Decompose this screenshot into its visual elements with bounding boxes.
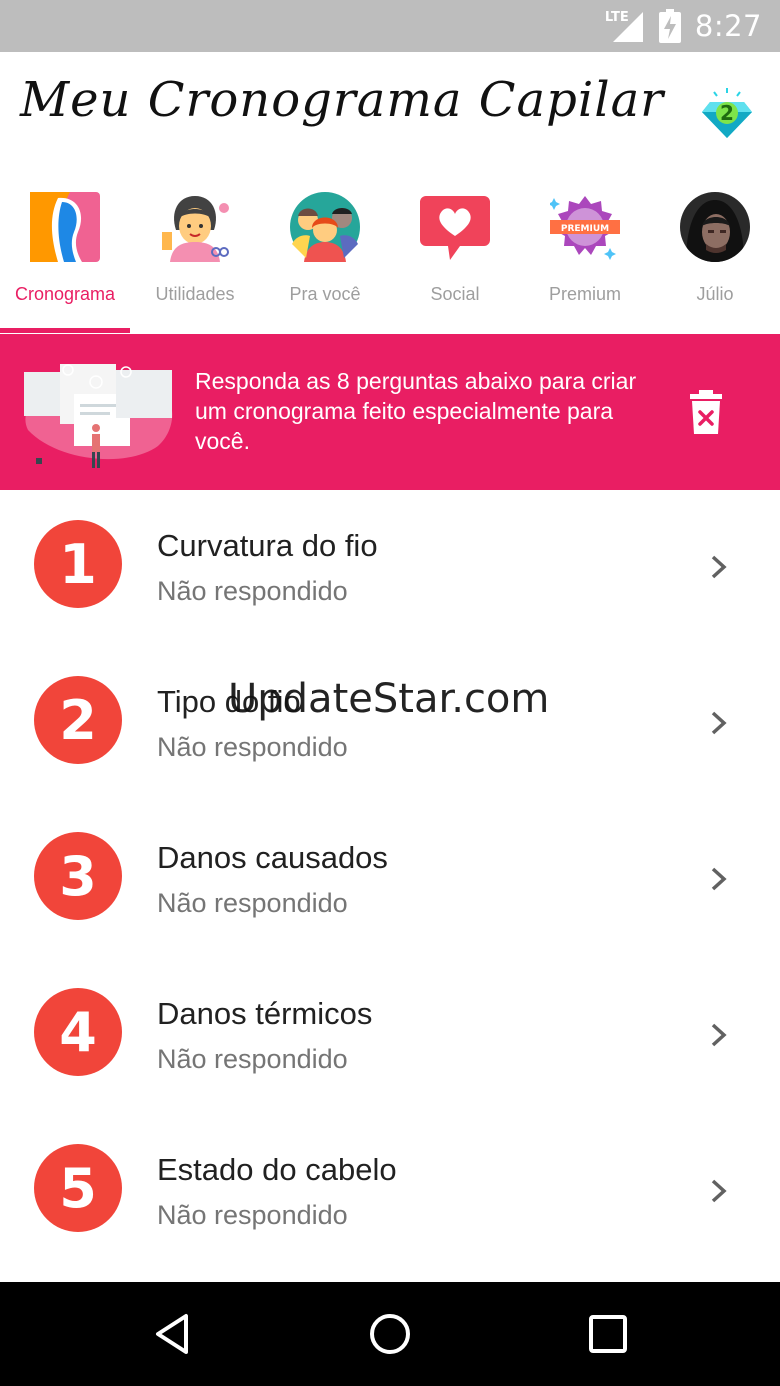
chevron-right-icon	[711, 1179, 727, 1203]
status-icons: LTE 8:27	[605, 0, 762, 52]
questions-list: 1 Curvatura do fio Não respondido 2 Tipo…	[0, 490, 780, 1270]
questionnaire-illustration	[24, 364, 173, 468]
hair-profile-icon	[30, 192, 100, 262]
chevron-right-icon	[711, 1023, 727, 1047]
chevron-right-icon	[711, 555, 727, 579]
question-item-5[interactable]: 5 Estado do cabelo Não respondido	[0, 1114, 780, 1270]
question-item-1[interactable]: 1 Curvatura do fio Não respondido	[0, 490, 780, 646]
people-group-icon	[290, 192, 360, 262]
question-item-3[interactable]: 3 Danos causados Não respondido	[0, 802, 780, 958]
premium-badge-icon: PREMIUM	[550, 196, 620, 260]
system-nav-bar	[0, 1282, 780, 1386]
question-number-badge: 2	[34, 676, 122, 764]
tab-profile[interactable]: Júlio	[650, 184, 780, 334]
user-avatar	[680, 192, 750, 262]
diamond-gem-button[interactable]: 2	[700, 88, 754, 142]
trash-icon	[690, 390, 722, 434]
question-number-badge: 5	[34, 1144, 122, 1232]
lte-signal-icon: LTE	[605, 10, 645, 42]
active-tab-indicator	[0, 328, 130, 333]
tab-label-premium: Premium	[548, 284, 621, 304]
tab-label-cronograma: Cronograma	[14, 284, 116, 304]
tab-label-profile: Júlio	[696, 284, 734, 304]
question-status: Não respondido	[157, 1044, 348, 1074]
tab-label-social: Social	[430, 284, 480, 304]
question-title: Curvatura do fio	[157, 528, 378, 563]
tab-cronograma[interactable]: Cronograma	[0, 184, 130, 334]
watermark: UpdateStar.com	[228, 676, 550, 722]
heart-chat-icon	[420, 196, 490, 260]
battery-charging-icon	[658, 9, 681, 43]
hairdresser-icon	[162, 196, 229, 262]
status-bar: LTE 8:27	[0, 0, 780, 52]
question-status: Não respondido	[157, 576, 348, 606]
question-status: Não respondido	[157, 1200, 348, 1230]
tab-pra-voce[interactable]: Pra você	[260, 184, 390, 334]
question-number-badge: 3	[34, 832, 122, 920]
question-number-badge: 4	[34, 988, 122, 1076]
tab-utilidades[interactable]: Utilidades	[130, 184, 260, 334]
tab-premium[interactable]: PREMIUM Premium	[520, 184, 650, 334]
home-icon[interactable]	[368, 1312, 412, 1356]
premium-badge-text: PREMIUM	[561, 224, 609, 234]
recent-apps-icon[interactable]	[586, 1312, 630, 1356]
diamond-icon: 2	[702, 88, 752, 138]
app-header: Meu Cronograma Capilar 2	[0, 52, 780, 184]
question-title: Danos causados	[157, 840, 388, 875]
question-number-badge: 1	[34, 520, 122, 608]
gem-count: 2	[720, 101, 734, 125]
question-item-2[interactable]: 2 Tipo do fio Não respondido	[0, 646, 780, 802]
chevron-right-icon	[711, 711, 727, 735]
tab-bar: Cronograma Utilidades Pra você Social PR…	[0, 184, 780, 334]
clock: 8:27	[694, 9, 762, 43]
tab-label-pra-voce: Pra você	[289, 284, 361, 304]
questionnaire-banner: Responda as 8 perguntas abaixo para cria…	[0, 334, 780, 490]
tab-social[interactable]: Social	[390, 184, 520, 334]
question-title: Danos térmicos	[157, 996, 373, 1031]
tab-label-utilidades: Utilidades	[155, 284, 235, 304]
app-title: Meu Cronograma Capilar	[20, 72, 665, 128]
question-status: Não respondido	[157, 732, 348, 762]
chevron-right-icon	[711, 867, 727, 891]
back-icon[interactable]	[152, 1312, 196, 1356]
dismiss-banner-button[interactable]	[688, 390, 724, 434]
banner-message: Responda as 8 perguntas abaixo para cria…	[195, 368, 637, 454]
question-status: Não respondido	[157, 888, 348, 918]
question-item-4[interactable]: 4 Danos térmicos Não respondido	[0, 958, 780, 1114]
question-title: Estado do cabelo	[157, 1152, 397, 1187]
